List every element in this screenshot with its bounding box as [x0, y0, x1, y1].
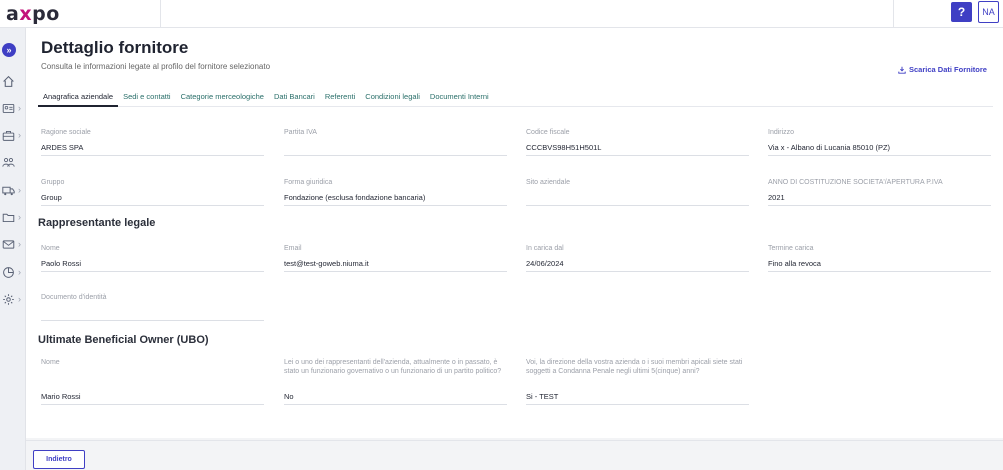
download-supplier-data-link[interactable]: Scarica Dati Fornitore: [898, 65, 987, 74]
field-label: ANNO DI COSTITUZIONE SOCIETA'/APERTURA P…: [768, 179, 943, 186]
field-value: No: [284, 392, 294, 401]
field-label: Documento d'identità: [41, 294, 107, 301]
footer-bar: Indietro: [26, 440, 1003, 470]
field-legal-rep-termine-carica: Termine carica Fino alla revoca: [768, 244, 991, 272]
tab-sedi-e-contatti[interactable]: Sedi e contatti: [118, 85, 176, 107]
field-indirizzo: Indirizzo Via x - Albano di Lucania 8501…: [768, 128, 991, 156]
sidebar-item-settings[interactable]: ›: [2, 291, 26, 307]
sidebar-item-business[interactable]: ›: [2, 127, 26, 143]
pie-chart-icon: [3, 266, 14, 278]
chevron-right-icon: ›: [18, 185, 21, 195]
logo-text-po: po: [32, 3, 60, 25]
field-ragione-sociale: Ragione sociale ARDES SPA: [41, 128, 264, 156]
truck-icon: [2, 186, 15, 195]
field-value: ARDES SPA: [41, 143, 84, 152]
field-label: Termine carica: [768, 245, 814, 252]
chevron-right-icon: ›: [18, 294, 21, 304]
field-ubo-funzionario: Lei o uno dei rappresentanti dell'aziend…: [284, 358, 507, 405]
top-bar-divider: [893, 0, 894, 28]
section-title-ubo: Ultimate Beneficial Owner (UBO): [38, 334, 209, 346]
field-gruppo: Gruppo Group: [41, 178, 264, 206]
field-label: Nome: [41, 245, 60, 252]
tab-referenti[interactable]: Referenti: [320, 85, 360, 107]
briefcase-icon: [2, 130, 15, 141]
chevron-right-icon: ›: [18, 212, 21, 222]
chevron-right-icon: ›: [18, 267, 21, 277]
field-value: Mario Rossi: [41, 392, 81, 401]
field-anno-costituzione: ANNO DI COSTITUZIONE SOCIETA'/APERTURA P…: [768, 178, 991, 206]
tab-categorie-merceologiche[interactable]: Categorie merceologiche: [176, 85, 269, 107]
field-value: test@test-goweb.niuma.it: [284, 259, 369, 268]
field-legal-rep-nome: Nome Paolo Rossi: [41, 244, 264, 272]
field-label: Voi, la direzione della vostra azienda o…: [526, 359, 743, 375]
field-label: Codice fiscale: [526, 129, 570, 136]
field-label: Lei o uno dei rappresentanti dell'aziend…: [284, 359, 502, 375]
tab-dati-bancari[interactable]: Dati Bancari: [269, 85, 320, 107]
field-ubo-condanna: Voi, la direzione della vostra azienda o…: [526, 358, 749, 405]
back-button[interactable]: Indietro: [33, 450, 85, 469]
tab-condizioni-legali[interactable]: Condizioni legali: [360, 85, 425, 107]
sidebar-item-home[interactable]: [2, 73, 26, 89]
field-codice-fiscale: Codice fiscale CCCBVS98H51H501L: [526, 128, 749, 156]
field-value: 2021: [768, 193, 785, 202]
download-label: Scarica Dati Fornitore: [909, 65, 987, 74]
sidebar-item-delivery[interactable]: ›: [2, 182, 26, 198]
logo-text-a: a: [6, 3, 20, 25]
chevron-right-icon: ›: [18, 130, 21, 140]
sidebar-item-reports[interactable]: ›: [2, 264, 26, 280]
field-value: Paolo Rossi: [41, 259, 82, 268]
tab-anagrafica-aziendale[interactable]: Anagrafica aziendale: [38, 85, 119, 107]
field-label: Indirizzo: [768, 129, 795, 136]
chevron-right-icon: ›: [18, 239, 21, 249]
top-bar: axpo ? NA: [0, 0, 1003, 28]
folder-icon: [2, 213, 15, 222]
field-value: Group: [41, 193, 62, 202]
field-value: Si - TEST: [526, 392, 559, 401]
page-subtitle: Consulta le informazioni legate al profi…: [41, 62, 271, 71]
sidebar-item-messages[interactable]: ›: [2, 236, 26, 252]
sidebar-item-registry[interactable]: ›: [2, 100, 26, 116]
tab-documenti-interni[interactable]: Documenti Interni: [425, 85, 494, 107]
logo-text-x: x: [19, 3, 33, 25]
supplier-detail-card: Dettaglio fornitore Consulta le informaz…: [26, 28, 1003, 438]
field-value: Fondazione (esclusa fondazione bancaria): [284, 193, 426, 202]
field-label: Ragione sociale: [41, 129, 91, 136]
chevron-right-icon: ›: [18, 103, 21, 113]
section-title-legal-representative: Rappresentante legale: [38, 217, 156, 229]
field-ubo-nome: Nome Mario Rossi: [41, 358, 264, 405]
field-label: Gruppo: [41, 179, 65, 186]
field-value: 24/06/2024: [526, 259, 564, 268]
field-value: Via x - Albano di Lucania 85010 (PZ): [768, 143, 891, 152]
field-legal-rep-documento: Documento d'identità: [41, 293, 264, 321]
page-title: Dettaglio fornitore: [41, 38, 189, 57]
field-value: CCCBVS98H51H501L: [526, 143, 602, 152]
field-label: Email: [284, 245, 302, 252]
home-icon: [3, 75, 14, 87]
people-icon: [2, 157, 15, 167]
field-value: Fino alla revoca: [768, 259, 821, 268]
top-bar-divider: [160, 0, 161, 28]
axpo-logo[interactable]: axpo: [6, 3, 60, 25]
double-chevron-right-icon[interactable]: »: [2, 43, 16, 57]
field-forma-giuridica: Forma giuridica Fondazione (esclusa fond…: [284, 178, 507, 206]
id-card-icon: [2, 103, 15, 113]
field-legal-rep-email: Email test@test-goweb.niuma.it: [284, 244, 507, 272]
field-label: Partita IVA: [284, 129, 317, 136]
field-label: Nome: [41, 359, 60, 366]
sidebar: » › › › › › › ›: [0, 28, 26, 470]
gear-icon: [3, 293, 14, 305]
field-label: In carica dal: [526, 245, 564, 252]
mail-icon: [2, 239, 15, 249]
sidebar-item-people[interactable]: [2, 154, 26, 170]
field-label: Forma giuridica: [284, 179, 333, 186]
sidebar-item-documents[interactable]: ›: [2, 209, 26, 225]
field-partita-iva: Partita IVA: [284, 128, 507, 156]
help-button[interactable]: ?: [951, 2, 972, 22]
field-label: Sito aziendale: [526, 179, 570, 186]
field-legal-rep-in-carica-dal: In carica dal 24/06/2024: [526, 244, 749, 272]
field-sito-aziendale: Sito aziendale: [526, 178, 749, 206]
user-avatar-button[interactable]: NA: [978, 1, 999, 23]
tab-bar: Anagrafica aziendale Sedi e contatti Cat…: [38, 85, 993, 107]
download-icon: [898, 66, 906, 74]
